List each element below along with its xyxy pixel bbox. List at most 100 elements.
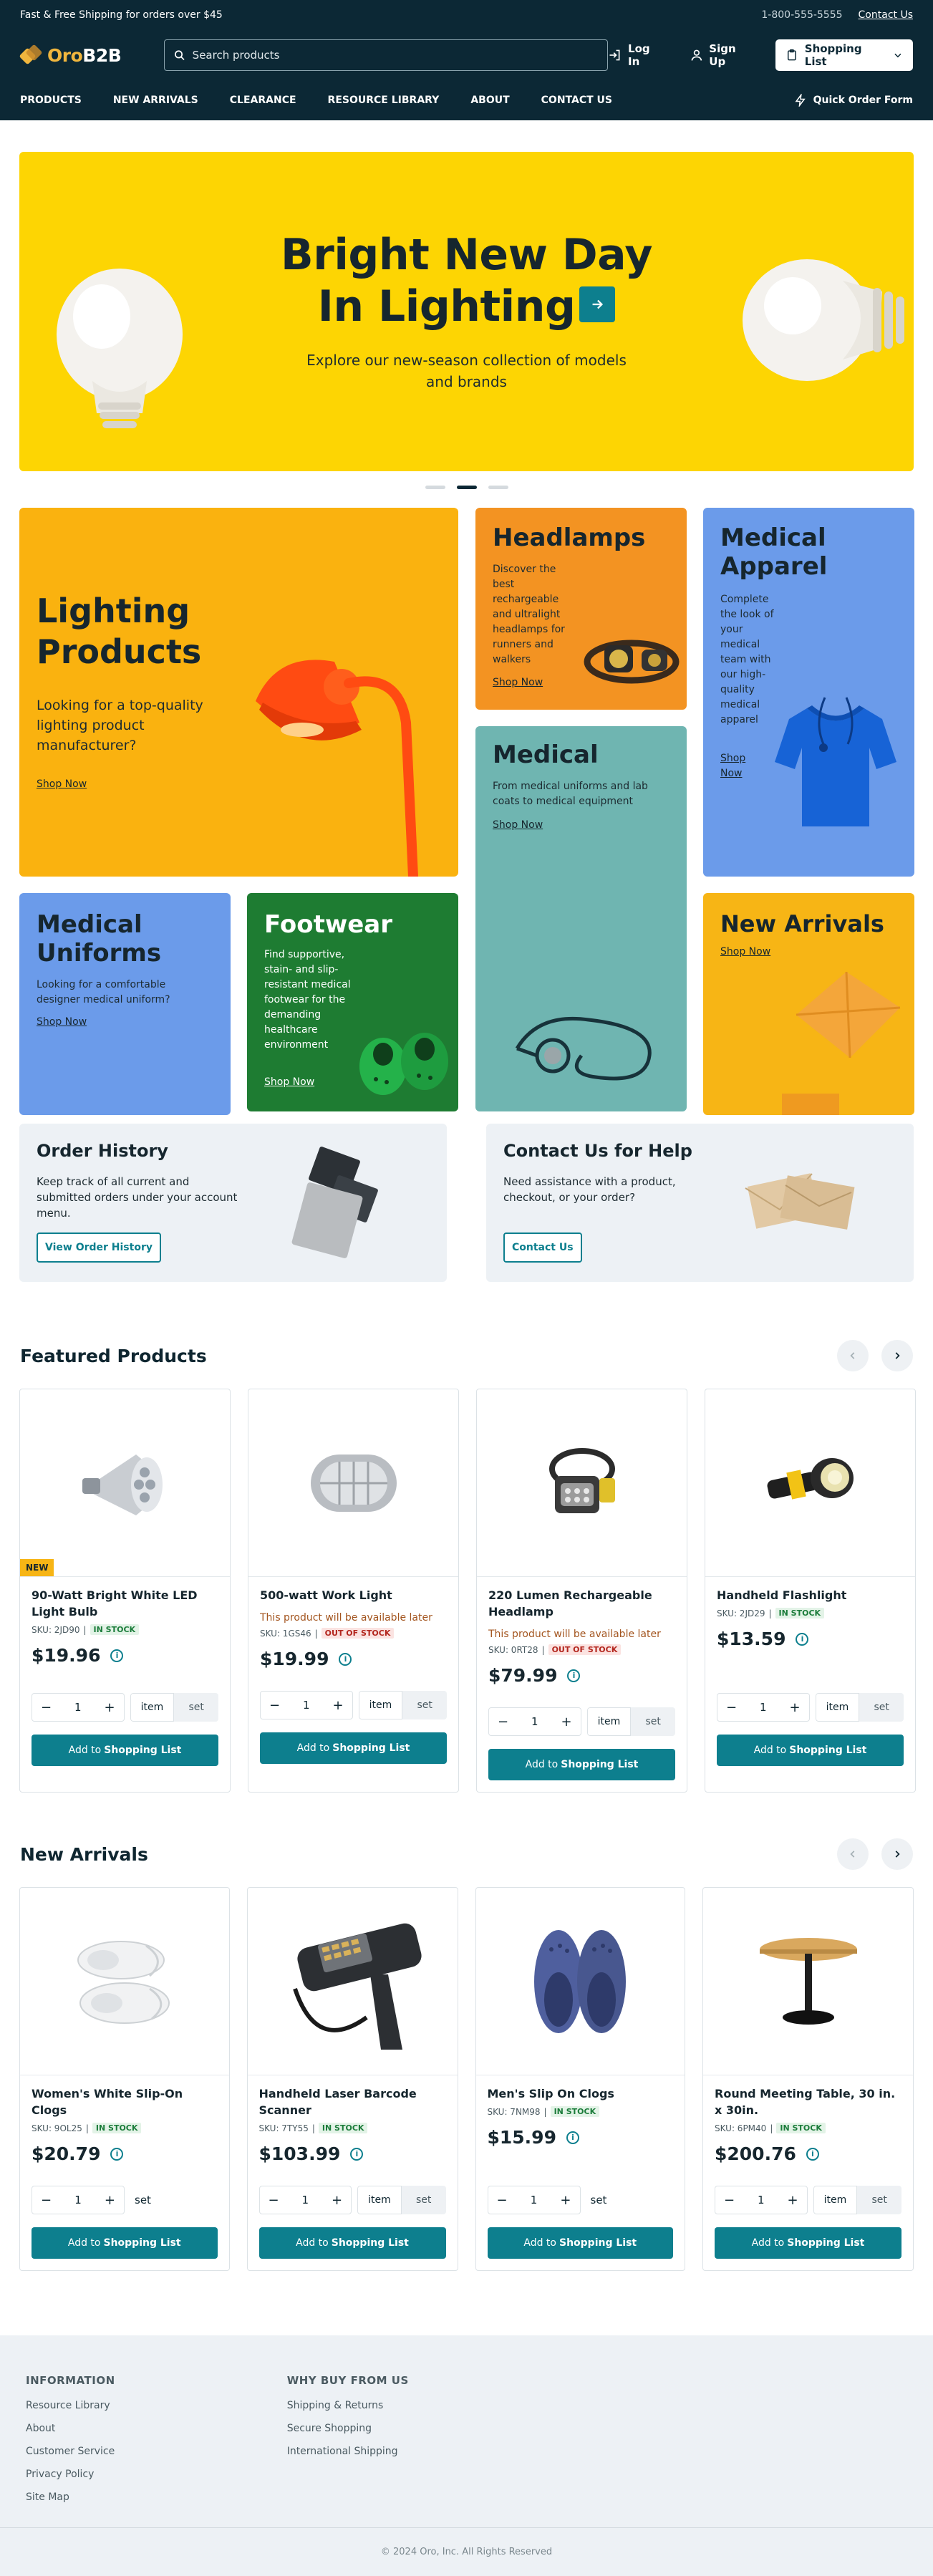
add-to-shopping-list-button[interactable]: Add to Shopping List [488,1749,675,1780]
product-name[interactable]: Round Meeting Table, 30 in. x 30in. [715,2085,901,2118]
category-lighting-products[interactable]: Lighting Products Looking for a top-quali… [19,508,458,877]
unit-option-set[interactable]: set [631,1707,675,1736]
nav-contact-us[interactable]: CONTACT US [541,95,612,106]
product-name[interactable]: Men's Slip On Clogs [488,2085,674,2102]
product-name[interactable]: Women's White Slip-On Clogs [32,2085,218,2118]
logo[interactable]: OroB2B [19,44,142,66]
add-to-shopping-list-button[interactable]: Add to Shopping List [32,1735,218,1766]
footer-link-resource-library[interactable]: Resource Library [26,2400,115,2411]
unit-selector[interactable]: item set [357,2186,446,2214]
add-to-shopping-list-button[interactable]: Add to Shopping List [32,2227,218,2259]
unit-option-set[interactable]: set [857,2186,901,2214]
footer-link-secure-shopping[interactable]: Secure Shopping [287,2423,409,2434]
plus-icon[interactable]: + [561,1714,571,1730]
shop-now-link[interactable]: Shop Now [493,819,543,831]
plus-icon[interactable]: + [105,2193,115,2208]
product-image[interactable]: NEW [20,1389,230,1577]
plus-icon[interactable]: + [332,1698,343,1713]
product-card[interactable]: NEW 90-Watt Bright White LED Light Bulb … [19,1389,231,1793]
add-to-shopping-list-button[interactable]: Add to Shopping List [717,1735,904,1766]
shop-now-link[interactable]: Shop Now [37,778,87,790]
quantity-stepper[interactable]: −1 + [715,2186,808,2214]
minus-icon[interactable]: − [269,1698,280,1713]
unit-option-item[interactable]: item [357,2186,402,2214]
info-icon[interactable]: i [110,2147,124,2161]
signup-button[interactable]: Sign Up [690,42,755,68]
category-medical[interactable]: Medical From medical uniforms and lab co… [475,726,687,1111]
quantity-stepper[interactable]: −1 + [260,1691,353,1719]
phone-number[interactable]: 1-800-555-5555 [761,9,842,21]
hero-banner[interactable]: Bright New Day In Lighting Explore our n… [19,152,914,471]
info-icon[interactable]: i [110,1649,124,1662]
carousel-prev-button[interactable] [837,1838,869,1870]
carousel-dot-2[interactable] [456,486,477,489]
quantity-stepper[interactable]: −1 + [258,2186,352,2214]
nav-products[interactable]: PRODUCTS [20,95,82,106]
hero-arrow-button[interactable] [579,286,616,323]
unit-selector[interactable]: item set [815,1693,904,1722]
product-image[interactable] [705,1389,915,1577]
unit-selector[interactable]: item set [130,1693,218,1722]
product-name[interactable]: 220 Lumen Rechargeable Headlamp [488,1587,675,1620]
unit-option-item[interactable]: item [586,1707,632,1736]
category-footwear[interactable]: Footwear Find supportive, stain- and sli… [247,893,458,1111]
product-card[interactable]: Round Meeting Table, 30 in. x 30in. SKU:… [702,1887,914,2271]
footer-link-privacy-policy[interactable]: Privacy Policy [26,2469,115,2480]
plus-icon[interactable]: + [787,2193,798,2208]
login-button[interactable]: Log In [608,42,664,68]
shopping-list-button[interactable]: Shopping List [775,39,913,71]
unit-selector[interactable]: item set [586,1707,675,1736]
contact-us-button[interactable]: Contact Us [503,1232,582,1263]
product-card[interactable]: Women's White Slip-On Clogs SKU: 9OL25 | I… [19,1887,230,2271]
product-name[interactable]: Handheld Flashlight [717,1587,904,1603]
unit-option-item[interactable]: item [813,2186,858,2214]
carousel-next-button[interactable] [881,1838,913,1870]
minus-icon[interactable]: − [498,1714,508,1730]
add-to-shopping-list-button[interactable]: Add to Shopping List [260,1732,447,1764]
product-card[interactable]: Handheld Flashlight SKU: 2JD29 | IN STOCK … [705,1389,916,1793]
unit-option-set[interactable]: set [402,1691,447,1719]
product-image[interactable] [477,1389,687,1577]
nav-resource-library[interactable]: RESOURCE LIBRARY [328,95,440,106]
plus-icon[interactable]: + [560,2193,571,2208]
quantity-stepper[interactable]: −1 + [32,2186,125,2214]
product-image[interactable] [475,1888,685,2075]
minus-icon[interactable]: − [724,2193,735,2208]
plus-icon[interactable]: + [789,1700,800,1715]
nav-new-arrivals[interactable]: NEW ARRIVALS [113,95,198,106]
unit-selector[interactable]: item set [813,2186,901,2214]
carousel-next-button[interactable] [881,1340,913,1371]
info-icon[interactable]: i [806,2147,819,2161]
info-icon[interactable]: i [796,1632,809,1646]
quantity-stepper[interactable]: −1 + [488,1707,581,1736]
product-name[interactable]: Handheld Laser Barcode Scanner [259,2085,446,2118]
unit-option-item[interactable]: item [130,1693,175,1722]
carousel-prev-button[interactable] [837,1340,869,1371]
quantity-stepper[interactable]: −1 + [32,1693,125,1722]
product-image[interactable] [703,1888,913,2075]
shop-now-link[interactable]: Shop Now [37,1016,87,1028]
product-card[interactable]: 500-watt Work Light This product will be… [248,1389,459,1793]
category-medical-apparel[interactable]: Medical Apparel Complete the look of your… [703,508,914,877]
category-new-arrivals[interactable]: New Arrivals Shop Now [703,893,914,1115]
footer-link-international-shipping[interactable]: International Shipping [287,2446,409,2457]
nav-clearance[interactable]: CLEARANCE [230,95,296,106]
minus-icon[interactable]: − [41,1700,52,1715]
quantity-stepper[interactable]: −1 + [487,2186,581,2214]
add-to-shopping-list-button[interactable]: Add to Shopping List [487,2227,673,2259]
contact-link[interactable]: Contact Us [859,9,913,21]
minus-icon[interactable]: − [41,2193,52,2208]
unit-option-item[interactable]: item [358,1691,403,1719]
unit-option-set[interactable]: set [401,2186,446,2214]
category-medical-uniforms[interactable]: Medical Uniforms Looking for a comfortabl… [19,893,231,1115]
minus-icon[interactable]: − [497,2193,508,2208]
product-image[interactable] [247,1888,458,2075]
add-to-shopping-list-button[interactable]: Add to Shopping List [715,2227,901,2259]
category-headlamps[interactable]: Headlamps Discover the best rechargeable… [475,508,687,710]
shop-now-link[interactable]: Shop Now [720,946,770,957]
info-icon[interactable]: i [567,1669,581,1682]
quantity-stepper[interactable]: −1 + [717,1693,810,1722]
minus-icon[interactable]: − [726,1700,737,1715]
info-icon[interactable]: i [339,1652,352,1666]
footer-link-customer-service[interactable]: Customer Service [26,2446,115,2457]
